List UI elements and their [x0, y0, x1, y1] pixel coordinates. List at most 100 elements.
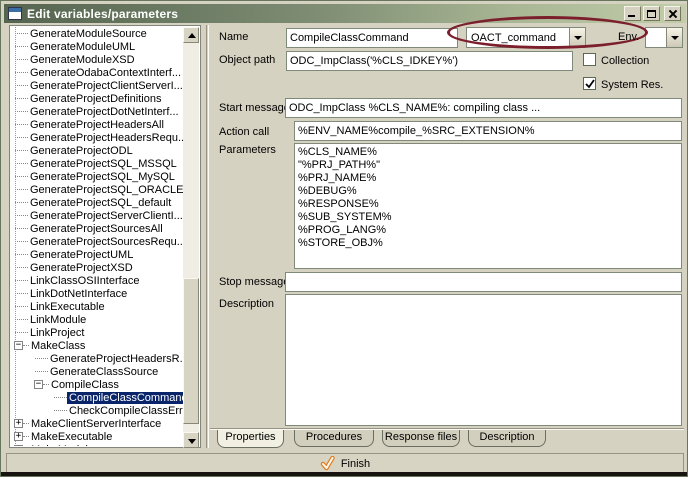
tree-item[interactable]: GenerateProjectHeadersAll	[11, 118, 184, 131]
parameters-label: Parameters	[219, 144, 276, 156]
parameters-textarea[interactable]: %CLS_NAME% "%PRJ_PATH%" %PRJ_NAME% %DEBU…	[294, 143, 682, 269]
start-message-input[interactable]	[285, 98, 682, 118]
tree-item[interactable]: GenerateProjectClientServerI...	[11, 79, 184, 92]
tree-item[interactable]: GenerateProjectODL	[11, 144, 184, 157]
scroll-up-icon	[188, 33, 196, 38]
system-res-checkbox[interactable]	[583, 77, 596, 90]
tree-item[interactable]: GenerateProjectSQL_ORACLE	[11, 183, 184, 196]
tree-item[interactable]: +MakeModule	[11, 443, 184, 446]
tree-connector	[15, 137, 28, 138]
checkmark-icon	[585, 79, 595, 89]
tree-item[interactable]: GenerateProjectSourcesAll	[11, 222, 184, 235]
maximize-button[interactable]	[643, 6, 660, 21]
tree-connector	[54, 397, 67, 398]
tab-properties[interactable]: Properties	[217, 430, 284, 448]
tree-connector	[15, 280, 28, 281]
tree-item[interactable]: CheckCompileClassError	[11, 404, 184, 417]
scrollbar-thumb[interactable]	[183, 278, 199, 424]
tree-item[interactable]: GenerateProjectXSD	[11, 261, 184, 274]
tree-connector	[15, 319, 28, 320]
expand-icon[interactable]: +	[14, 432, 23, 441]
tree-item[interactable]: GenerateProjectSQL_default	[11, 196, 184, 209]
object-path-label: Object path	[219, 54, 275, 66]
finish-button[interactable]: Finish	[6, 453, 684, 474]
collapse-icon[interactable]: −	[34, 380, 43, 389]
tree-item[interactable]: LinkDotNetInterface	[11, 287, 184, 300]
edit-variables-dialog: Edit variables/parameters GenerateModule…	[0, 0, 688, 477]
tree-item[interactable]: GenerateProjectSourcesRequ...	[11, 235, 184, 248]
tree-connector	[15, 111, 28, 112]
tree-connector	[15, 202, 28, 203]
dropdown-arrow-icon[interactable]	[569, 28, 585, 47]
tab-description[interactable]: Description	[468, 430, 546, 447]
tree-item-label: GenerateProjectXSD	[28, 262, 135, 274]
tree-item[interactable]: GenerateProjectHeadersRequ...	[11, 131, 184, 144]
scroll-up-button[interactable]	[183, 27, 199, 43]
name-input[interactable]	[286, 28, 458, 48]
tree-item[interactable]: LinkClassOSIInterface	[11, 274, 184, 287]
tree-connector	[15, 72, 28, 73]
tree-item[interactable]: GenerateClassSource	[11, 365, 184, 378]
tab-response-files[interactable]: Response files	[382, 430, 460, 447]
tree-connector	[15, 46, 28, 47]
env-combo[interactable]	[645, 27, 683, 48]
stop-message-input[interactable]	[285, 272, 682, 292]
tree-item[interactable]: GenerateProjectDotNetInterf...	[11, 105, 184, 118]
collapse-icon[interactable]: −	[14, 341, 23, 350]
dropdown-arrow-icon[interactable]	[666, 28, 682, 47]
tree-item[interactable]: GenerateProjectSQL_MySQL	[11, 170, 184, 183]
tree-item[interactable]: GenerateProjectHeadersR...	[11, 352, 184, 365]
description-textarea[interactable]	[285, 294, 682, 426]
start-message-label: Start message	[219, 102, 290, 114]
scroll-down-button[interactable]	[183, 432, 199, 448]
tree-item[interactable]: GenerateModuleUML	[11, 40, 184, 53]
tree-item[interactable]: +MakeClientServerInterface	[11, 417, 184, 430]
tab-procedures[interactable]: Procedures	[294, 430, 374, 447]
tree-connector	[15, 163, 28, 164]
panel-splitter[interactable]	[206, 25, 209, 448]
titlebar[interactable]: Edit variables/parameters	[4, 4, 686, 23]
tree-item-label: GenerateProjectSQL_default	[28, 197, 173, 209]
tree-connector	[15, 215, 28, 216]
description-label: Description	[219, 298, 274, 310]
action-call-label: Action call	[219, 126, 269, 138]
tree-connector	[15, 293, 28, 294]
name-label: Name	[219, 31, 248, 43]
tree-item[interactable]: LinkExecutable	[11, 300, 184, 313]
tree-item[interactable]: −MakeClass	[11, 339, 184, 352]
tree-item-label: GenerateProjectDotNetInterf...	[28, 106, 181, 118]
tree-item[interactable]: +MakeExecutable	[11, 430, 184, 443]
tree-item[interactable]: GenerateProjectUML	[11, 248, 184, 261]
tree-connector	[15, 241, 28, 242]
minimize-button[interactable]	[624, 6, 641, 21]
expand-icon[interactable]: +	[14, 419, 23, 428]
object-path-input[interactable]	[286, 51, 573, 71]
tree-item-label: CompileClassCommand	[67, 392, 184, 404]
tree-item[interactable]: GenerateProjectServerClientI...	[11, 209, 184, 222]
tree-item-label: GenerateProjectDefinitions	[28, 93, 163, 105]
tree-connector	[15, 59, 28, 60]
collection-label: Collection	[601, 55, 649, 67]
action-call-input[interactable]	[294, 121, 682, 141]
tree-item[interactable]: GenerateOdabaContextInterf...	[11, 66, 184, 79]
type-combo[interactable]: OACT_command	[466, 27, 586, 48]
tree-item[interactable]: GenerateModuleSource	[11, 27, 184, 40]
system-res-label: System Res.	[601, 79, 663, 91]
tree-connector	[15, 33, 28, 34]
tree-item[interactable]: LinkProject	[11, 326, 184, 339]
tree-item[interactable]: −CompileClass	[11, 378, 184, 391]
tree-item[interactable]: GenerateProjectSQL_MSSQL	[11, 157, 184, 170]
tree-connector	[15, 228, 28, 229]
tree-item[interactable]: GenerateProjectDefinitions	[11, 92, 184, 105]
tree-item-label: GenerateProjectSQL_ORACLE	[28, 184, 184, 196]
tree-connector	[15, 267, 28, 268]
tree-item[interactable]: GenerateModuleXSD	[11, 53, 184, 66]
tree-item[interactable]: LinkModule	[11, 313, 184, 326]
tree-view: GenerateModuleSourceGenerateModuleUMLGen…	[9, 25, 201, 448]
expand-icon[interactable]: +	[14, 445, 23, 446]
close-button[interactable]	[664, 6, 681, 21]
tree-scrollbar[interactable]	[183, 27, 199, 448]
tree-connector	[15, 254, 28, 255]
collection-checkbox[interactable]	[583, 53, 596, 66]
tree-item[interactable]: CompileClassCommand	[11, 391, 184, 404]
